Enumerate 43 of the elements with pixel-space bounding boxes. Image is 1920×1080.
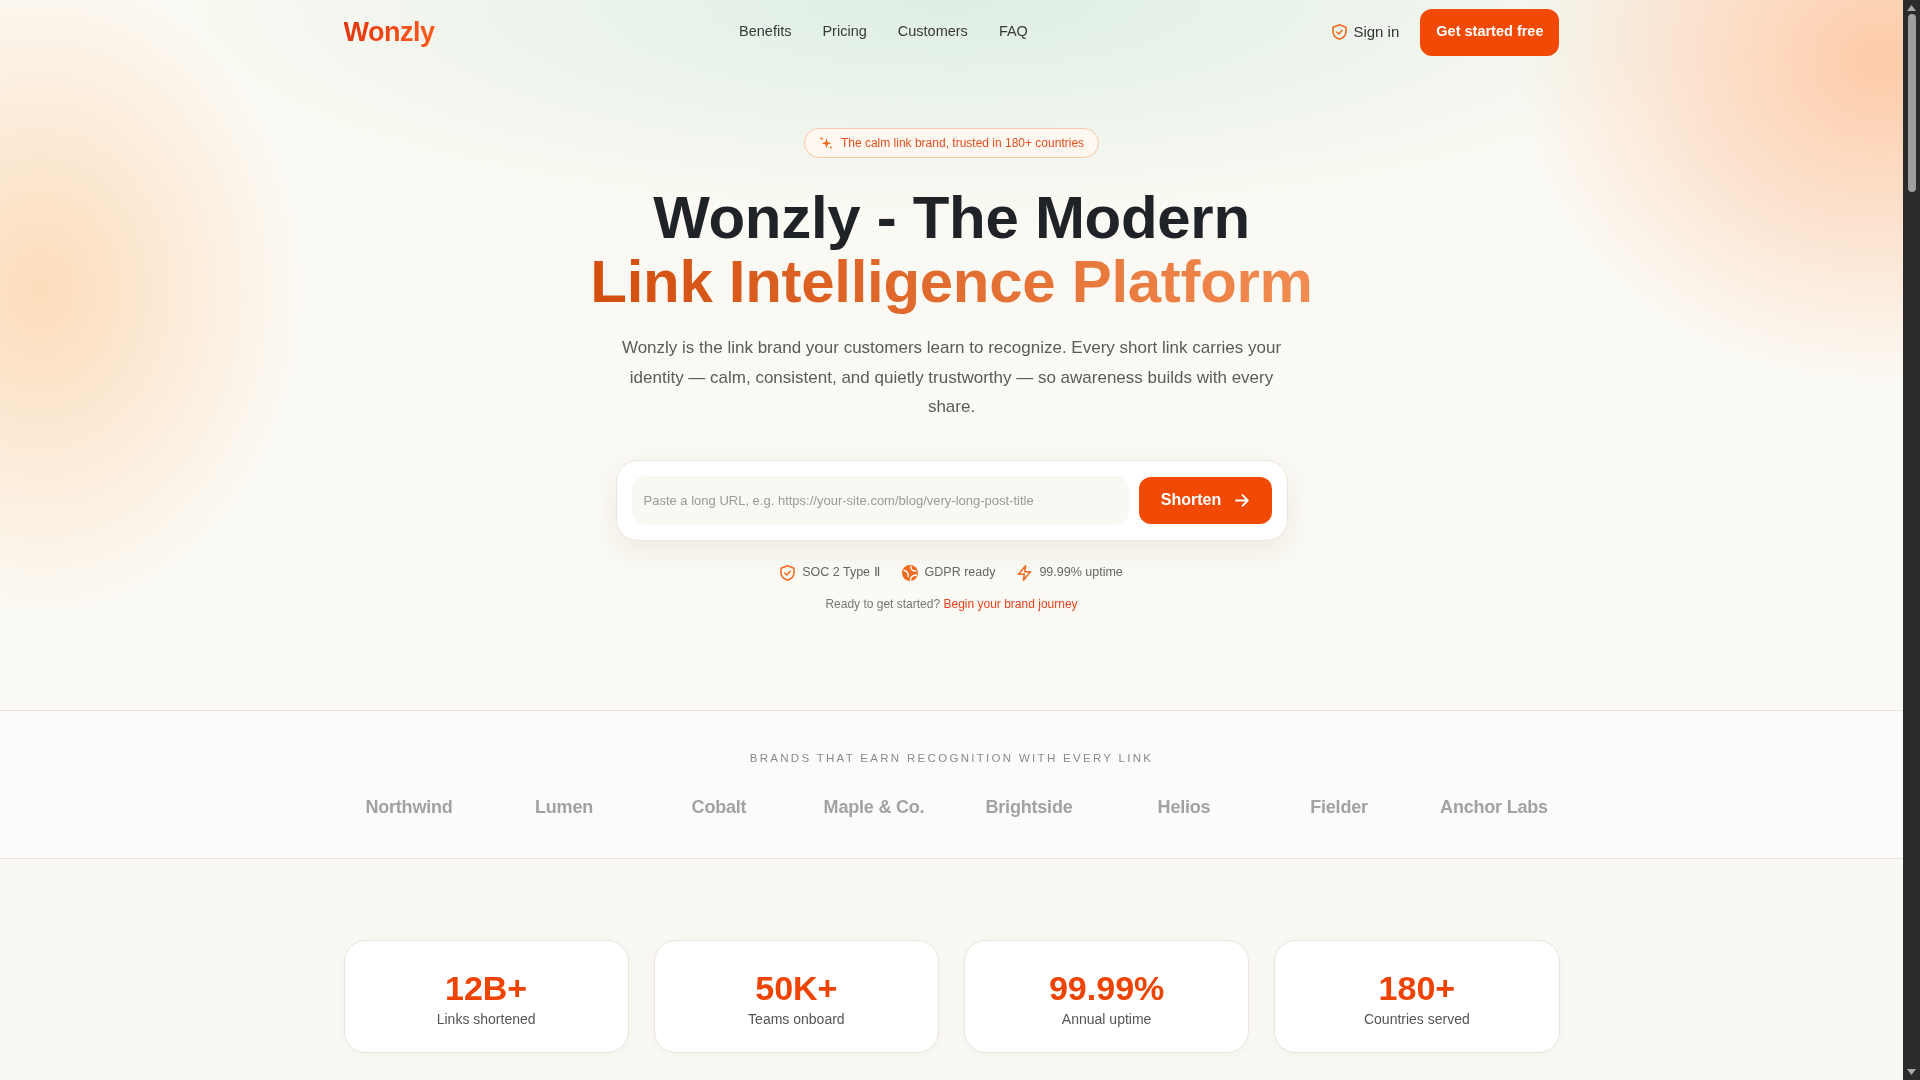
stat-value: 99.99% — [1047, 967, 1166, 1008]
scroll-up-icon[interactable] — [1907, 5, 1916, 11]
brand-name: Northwind — [365, 795, 453, 818]
brand-name: Maple & Co. — [823, 795, 925, 818]
shield-check-icon — [1332, 24, 1348, 40]
stat-value: 50K+ — [754, 967, 839, 1008]
stat-label: Links shortened — [435, 1009, 537, 1029]
brand-journey-link[interactable]: Begin your brand journey — [943, 596, 1078, 611]
brands-heading: BRANDS THAT EARN RECOGNITION WITH EVERY LINK — [748, 750, 1155, 766]
headline: Wonzly - The Modern — [653, 186, 1250, 250]
stat-label: Countries served — [1362, 1009, 1471, 1029]
scrollbar-thumb[interactable] — [1907, 14, 1916, 192]
brand-name: Brightside — [985, 795, 1073, 818]
shield-check-icon — [780, 564, 796, 581]
hero-description: Wonzly is the link brand your customers learn to recognize. Every short link carries your identity — calm, consistent, and quietly trustworthy — so awareness builds with every share. — [620, 337, 1283, 418]
trust-label: GDPR ready — [924, 564, 996, 582]
shorten-button[interactable]: Shorten — [1138, 476, 1272, 524]
get-started-sentence: Ready to get started? Begin your brand journey — [824, 595, 1079, 613]
stat-value: 180+ — [1377, 967, 1457, 1008]
get-started-button[interactable]: Get started free — [1420, 8, 1560, 56]
tagline-text: The calm link brand, trusted in 180+ countries — [840, 135, 1085, 152]
nav-link[interactable]: Customers — [897, 21, 968, 43]
scroll-down-icon[interactable] — [1907, 1069, 1916, 1075]
stat-label: Teams onboard — [747, 1009, 846, 1029]
lightning-icon — [1017, 564, 1033, 581]
brand-name: Anchor Labs — [1440, 795, 1548, 818]
brand-name: Fielder — [1310, 795, 1368, 818]
nav-link[interactable]: Benefits — [739, 21, 792, 43]
nav-link[interactable]: FAQ — [998, 21, 1028, 43]
url-input-field[interactable]: Paste a long URL, e.g. https://your-site.com/blog/very-long-post-title — [631, 475, 1129, 525]
globe-icon — [901, 564, 918, 581]
brand-name: Cobalt — [691, 795, 747, 818]
scrollbar[interactable] — [1903, 0, 1920, 1080]
sign-in-link[interactable]: Sign in — [1332, 20, 1400, 44]
brand-name: Helios — [1157, 795, 1211, 818]
stat-value: 12B+ — [444, 967, 529, 1008]
stat-label: Annual uptime — [1060, 1009, 1153, 1029]
trust-label: SOC 2 Type Ⅱ — [802, 564, 880, 582]
brand-name: Lumen — [535, 795, 593, 818]
trust-label: 99.99% uptime — [1039, 564, 1123, 582]
nav-link[interactable]: Pricing — [822, 21, 867, 43]
sparkles-icon — [818, 136, 833, 150]
arrow-right-icon — [1235, 493, 1250, 507]
